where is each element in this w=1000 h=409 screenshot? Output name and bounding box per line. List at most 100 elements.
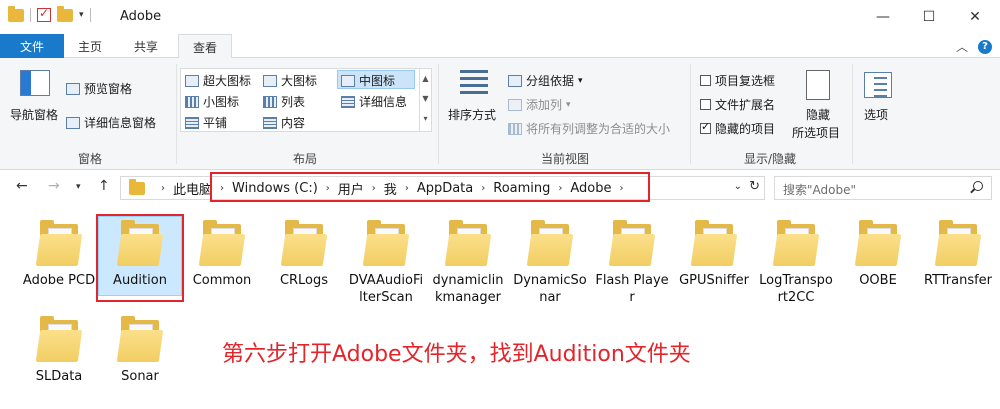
layout-large-icons[interactable]: 大图标 [263,72,317,89]
search-icon[interactable] [973,181,983,191]
annotation-text: 第六步打开Adobe文件夹，找到Audition文件夹 [222,342,691,367]
add-column-icon [508,98,522,111]
folder-item[interactable]: CRLogs [266,220,342,289]
hidden-items-toggle[interactable]: 隐藏的项目 [700,120,775,137]
window-title: Adobe [120,9,162,24]
hide-selected-label-1[interactable]: 隐藏 [806,106,830,123]
layout-medium-icons[interactable]: 中图标 [341,72,395,89]
minimize-button[interactable]: — [860,0,906,34]
add-column-label: 添加列 [526,98,563,112]
folder-icon [934,220,982,266]
folder-item[interactable]: Sonar [102,316,178,385]
folder-icon [198,220,246,266]
group-label-show-hide: 显示/隐藏 [743,152,797,166]
navigation-pane-button[interactable]: 导航窗格 [10,106,58,123]
hide-selected-label-2[interactable]: 所选项目 [792,124,840,141]
chevron-down-icon: ▾ [566,99,571,110]
new-folder-icon[interactable] [57,5,73,22]
layout-label: 内容 [281,116,306,130]
folder-name: SLData [35,369,83,384]
sort-by-button[interactable]: 排序方式 [448,106,496,123]
folder-icon [35,220,83,266]
group-by-button[interactable]: 分组依据 ▾ [508,72,583,89]
content-icon [263,116,277,129]
group-by-label: 分组依据 [526,74,575,88]
folder-item[interactable]: DynamicSonar [512,220,588,306]
folder-name: RTTransfer [923,273,993,288]
details-pane-button[interactable]: 详细信息窗格 [66,114,156,131]
details-pane-icon [66,116,80,129]
address-dropdown-icon[interactable]: ⌄ [734,181,742,192]
group-label-layout: 布局 [292,152,317,166]
group-label-current-view: 当前视图 [540,152,589,166]
options-button[interactable]: 选项 [864,106,888,123]
layout-label: 详细信息 [359,95,408,109]
folder-item[interactable]: DVAAudioFilterScan [348,220,424,306]
tab-view[interactable]: 查看 [178,34,232,59]
checkbox-label: 隐藏的项目 [715,122,776,136]
checkbox[interactable] [700,120,711,134]
add-column-button: 添加列 ▾ [508,96,571,113]
tab-share[interactable]: 共享 [118,34,174,58]
folder-item[interactable]: dynamiclinkmanager [430,220,506,306]
item-checkboxes-toggle[interactable]: 项目复选框 [700,72,775,89]
chevron-up-icon[interactable]: ︿ [956,38,968,55]
sort-icon [460,70,488,104]
folder-name: Sonar [121,369,159,384]
fit-columns-button: 将所有列调整为合适的大小 [508,120,670,137]
folder-item[interactable]: GPUSniffer [676,220,752,289]
folder-name: CRLogs [279,273,329,288]
layout-tiles[interactable]: 平铺 [185,114,227,131]
annotation-highlight-path [210,172,650,202]
help-icon[interactable]: ? [978,39,992,54]
chevron-down-icon: ▾ [578,75,583,86]
up-button[interactable]: ↑ [98,178,110,194]
layout-small-icons[interactable]: 小图标 [185,93,239,110]
checkbox[interactable] [700,99,711,110]
layout-scroll[interactable]: ▲ ▼ ▾ [419,69,431,131]
folder-item[interactable]: Adobe PCD [21,220,97,289]
crumb-this-pc[interactable]: 此电脑 [173,179,212,198]
layout-list[interactable]: 列表 [263,93,305,110]
layout-details[interactable]: 详细信息 [341,93,407,110]
folder-name: LogTransport2CC [759,273,833,305]
back-button[interactable]: ← [16,178,28,194]
folder-item[interactable]: SLData [21,316,97,385]
navigation-bar: ← → ▾ ↑ › 此电脑 › Windows (C:) › 用户 › 我 › … [0,170,1000,206]
search-placeholder: 搜索"Adobe" [783,183,856,197]
fit-columns-icon [508,122,522,135]
refresh-icon[interactable]: ↻ [749,179,760,194]
chevron-right-icon[interactable]: › [161,183,165,194]
large-icons-icon [263,74,277,87]
folder-item[interactable]: OOBE [840,220,916,289]
folder-item[interactable]: RTTransfer [920,220,996,289]
checkbox[interactable] [700,75,711,86]
file-extensions-toggle[interactable]: 文件扩展名 [700,96,775,113]
folder-icon [526,220,574,266]
close-button[interactable]: ✕ [952,0,998,34]
folder-name: DVAAudioFilterScan [348,273,424,305]
folder-item[interactable]: Common [184,220,260,289]
tab-file[interactable]: 文件 [0,34,64,58]
layout-content[interactable]: 内容 [263,114,305,131]
properties-icon[interactable] [37,6,51,22]
folder-name: Flash Player [595,273,669,305]
folder-item[interactable]: Flash Player [594,220,670,306]
folder-icon [608,220,656,266]
search-input[interactable]: 搜索"Adobe" [774,176,992,200]
group-label-panes: 窗格 [77,152,102,166]
customize-toolbar-icon[interactable]: ▾ [79,10,84,20]
tab-home[interactable]: 主页 [66,34,114,58]
medium-icons-icon [341,74,355,87]
forward-button[interactable]: → [48,178,60,194]
details-icon [341,95,355,108]
navigation-pane-icon [20,70,50,96]
maximize-button[interactable]: ☐ [906,0,952,34]
list-icon [263,95,277,108]
folder-name: Adobe PCD [22,273,96,288]
layout-extra-large-icons[interactable]: 超大图标 [185,72,251,89]
folder-item[interactable]: LogTransport2CC [758,220,834,306]
recent-locations-icon[interactable]: ▾ [76,182,81,192]
preview-pane-button[interactable]: 预览窗格 [66,80,132,97]
folder-name: dynamiclinkmanager [432,273,504,305]
